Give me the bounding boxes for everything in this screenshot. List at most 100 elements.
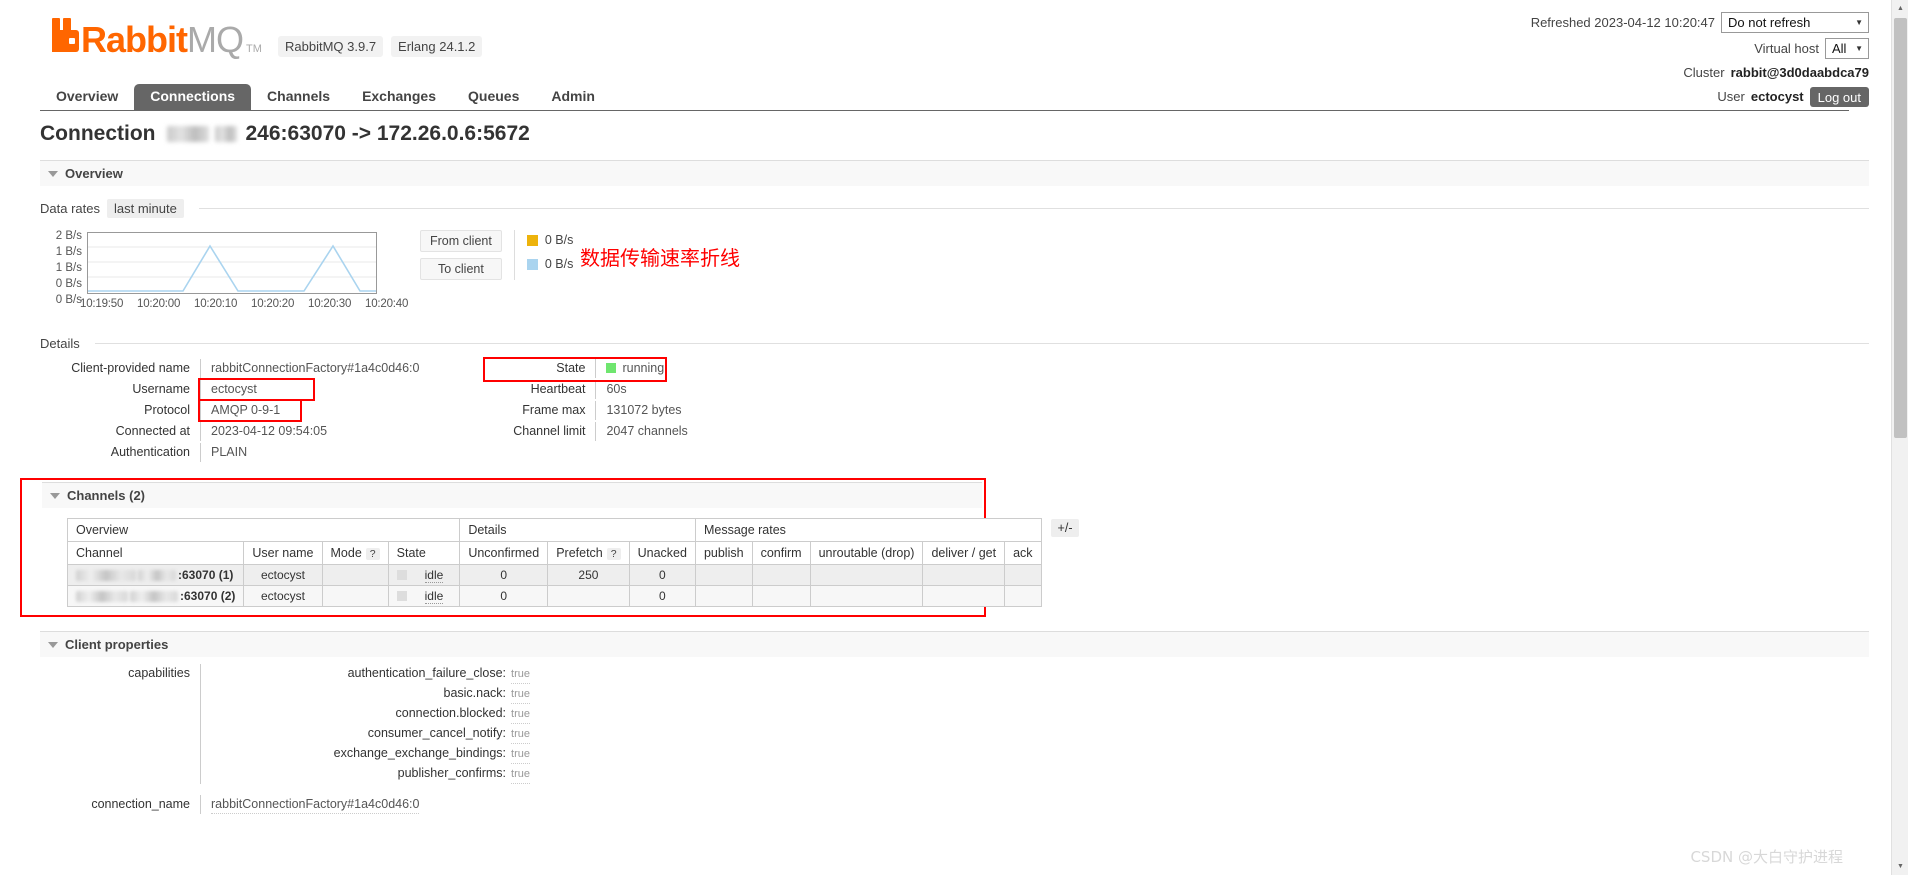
help-icon-mode[interactable]: ? <box>365 548 380 560</box>
data-rates-header: Data rates last minute <box>40 199 1891 218</box>
state-label: idle <box>424 589 444 604</box>
redacted-ip-part-1 <box>166 126 209 142</box>
capability-name: authentication_failure_close: <box>347 666 507 680</box>
capability-value: true <box>511 745 530 764</box>
user-row: User ectocyst Log out <box>1531 87 1869 107</box>
y-tick-3: 0 B/s <box>55 278 82 290</box>
column-header-ack[interactable]: ack <box>1004 541 1042 565</box>
column-label: User name <box>252 546 314 560</box>
column-header-unconfirmed[interactable]: Unconfirmed <box>459 541 549 565</box>
cell-prefetch <box>547 585 630 607</box>
legend-button-from-client[interactable]: From client <box>420 230 502 252</box>
tab-queues[interactable]: Queues <box>452 84 535 110</box>
detail-value: 2023-04-12 09:54:05 <box>200 422 327 441</box>
section-channels-toggle[interactable]: Channels (2) <box>42 482 982 508</box>
section-channels-label: Channels (2) <box>67 488 146 503</box>
column-label: unroutable (drop) <box>818 546 915 560</box>
cell-state: idle <box>387 585 461 607</box>
column-header-publish[interactable]: publish <box>694 541 753 565</box>
column-header-unacked[interactable]: Unacked <box>628 541 696 565</box>
capability-name: consumer_cancel_notify: <box>367 726 507 740</box>
x-tick-4: 10:20:30 <box>308 298 352 310</box>
section-overview-toggle[interactable]: Overview <box>40 160 1869 186</box>
capability-value: true <box>511 705 530 724</box>
page-scrollbar[interactable]: ▲ ▼ <box>1891 0 1908 875</box>
table-row[interactable]: :63070 (1) ectocyst idle 0 250 0 <box>66 564 1042 586</box>
tab-overview[interactable]: Overview <box>40 84 134 110</box>
cell-unroutable <box>809 564 924 586</box>
help-icon-prefetch[interactable]: ? <box>606 548 621 560</box>
logo-trademark: TM <box>246 43 262 55</box>
detail-row-protocol: Protocol AMQP 0-9-1 <box>40 399 419 422</box>
detail-key: Frame max <box>522 403 586 417</box>
cell-channel[interactable]: :63070 (2) <box>66 585 245 607</box>
detail-row-heartbeat: Heartbeat 60s <box>485 380 687 401</box>
state-swatch-idle <box>396 591 407 601</box>
column-header-mode[interactable]: Mode? <box>321 541 389 565</box>
capability-name: connection.blocked: <box>395 706 507 720</box>
channels-table-wrap: Overview Details Message rates Channel U… <box>66 518 1080 607</box>
table-row[interactable]: :63070 (2) ectocyst idle 0 0 <box>66 585 1042 607</box>
redacted-ip-part-2 <box>214 126 237 142</box>
cell-user-name: ectocyst <box>243 564 323 586</box>
tab-connections[interactable]: Connections <box>134 84 252 110</box>
capability-name: basic.nack: <box>443 686 507 700</box>
details-header: Details <box>40 336 1891 351</box>
legend-divider <box>513 230 515 280</box>
column-label: Mode <box>330 546 362 560</box>
cell-unacked: 0 <box>628 564 696 586</box>
column-label: deliver / get <box>931 546 997 560</box>
detail-value: rabbitConnectionFactory#1a4c0d46:0 <box>200 359 419 378</box>
tab-exchanges[interactable]: Exchanges <box>346 84 452 110</box>
rabbitmq-logo[interactable]: Rabbit MQ TM <box>52 18 262 58</box>
capability-name: exchange_exchange_bindings: <box>333 746 507 760</box>
column-header-deliver-get[interactable]: deliver / get <box>922 541 1006 565</box>
section-client-properties-toggle[interactable]: Client properties <box>40 631 1869 657</box>
scroll-up-icon[interactable]: ▲ <box>1892 0 1908 17</box>
detail-value: 2047 channels <box>595 422 688 441</box>
data-rates-label: Data rates <box>40 201 100 216</box>
column-header-prefetch[interactable]: Prefetch? <box>547 541 630 565</box>
legend-text-to-client: 0 B/s <box>544 257 574 271</box>
data-rates-period-tab[interactable]: last minute <box>106 199 184 218</box>
tab-admin[interactable]: Admin <box>535 84 611 110</box>
column-header-unroutable[interactable]: unroutable (drop) <box>809 541 924 565</box>
detail-value-wrap: running <box>595 359 664 378</box>
column-header-channel[interactable]: Channel <box>66 541 245 565</box>
page-title: Connection 246:63070 -> 172.26.0.6:5672 <box>0 110 1891 156</box>
vhost-select[interactable]: All <box>1825 38 1869 59</box>
column-header-state[interactable]: State <box>387 541 461 565</box>
legend-button-to-client[interactable]: To client <box>420 258 502 280</box>
page-title-suffix: 246:63070 -> 172.26.0.6:5672 <box>245 122 530 145</box>
state-swatch-idle <box>396 570 407 580</box>
client-properties-grid: capabilities authentication_failure_clos… <box>40 664 1891 814</box>
channel-port-label: :63070 (2) <box>180 589 236 603</box>
refresh-interval-select[interactable]: Do not refresh <box>1721 12 1869 33</box>
client-property-value: rabbitConnectionFactory#1a4c0d46:0 <box>211 795 420 814</box>
cluster-label: Cluster <box>1683 65 1725 80</box>
scrollbar-thumb[interactable] <box>1894 18 1907 438</box>
y-tick-4: 0 B/s <box>55 294 82 306</box>
detail-key: State <box>556 361 586 375</box>
vhost-row: Virtual host All <box>1531 38 1869 59</box>
tab-channels[interactable]: Channels <box>251 84 346 110</box>
column-header-user-name[interactable]: User name <box>243 541 323 565</box>
watermark: CSDN @大白守护进程 <box>1690 848 1843 866</box>
column-selector-button[interactable]: +/- <box>1050 519 1080 537</box>
scroll-down-icon[interactable]: ▼ <box>1892 858 1908 875</box>
rabbit-logo-icon <box>52 18 79 52</box>
status-swatch-running <box>606 363 617 373</box>
detail-key: Username <box>132 382 190 396</box>
cell-channel[interactable]: :63070 (1) <box>66 564 245 586</box>
channels-section-highlight: Channels (2) Overview Details Message ra… <box>20 478 1080 617</box>
header-right-panel: Refreshed 2023-04-12 10:20:47 Do not ref… <box>1531 12 1869 112</box>
column-header-confirm[interactable]: confirm <box>751 541 811 565</box>
detail-value: 131072 bytes <box>595 401 682 420</box>
chart-block: 2 B/s 1 B/s 1 B/s 0 B/s 0 B/s 10:19:50 1… <box>40 228 1040 318</box>
logout-button[interactable]: Log out <box>1809 87 1869 107</box>
group-header-overview: Overview <box>66 518 461 542</box>
detail-key: Client-provided name <box>71 361 190 375</box>
detail-row-channel-limit: Channel limit 2047 channels <box>485 422 688 443</box>
channels-table: Overview Details Message rates Channel U… <box>66 518 1042 607</box>
redacted-channel-ip-2 <box>130 591 178 603</box>
